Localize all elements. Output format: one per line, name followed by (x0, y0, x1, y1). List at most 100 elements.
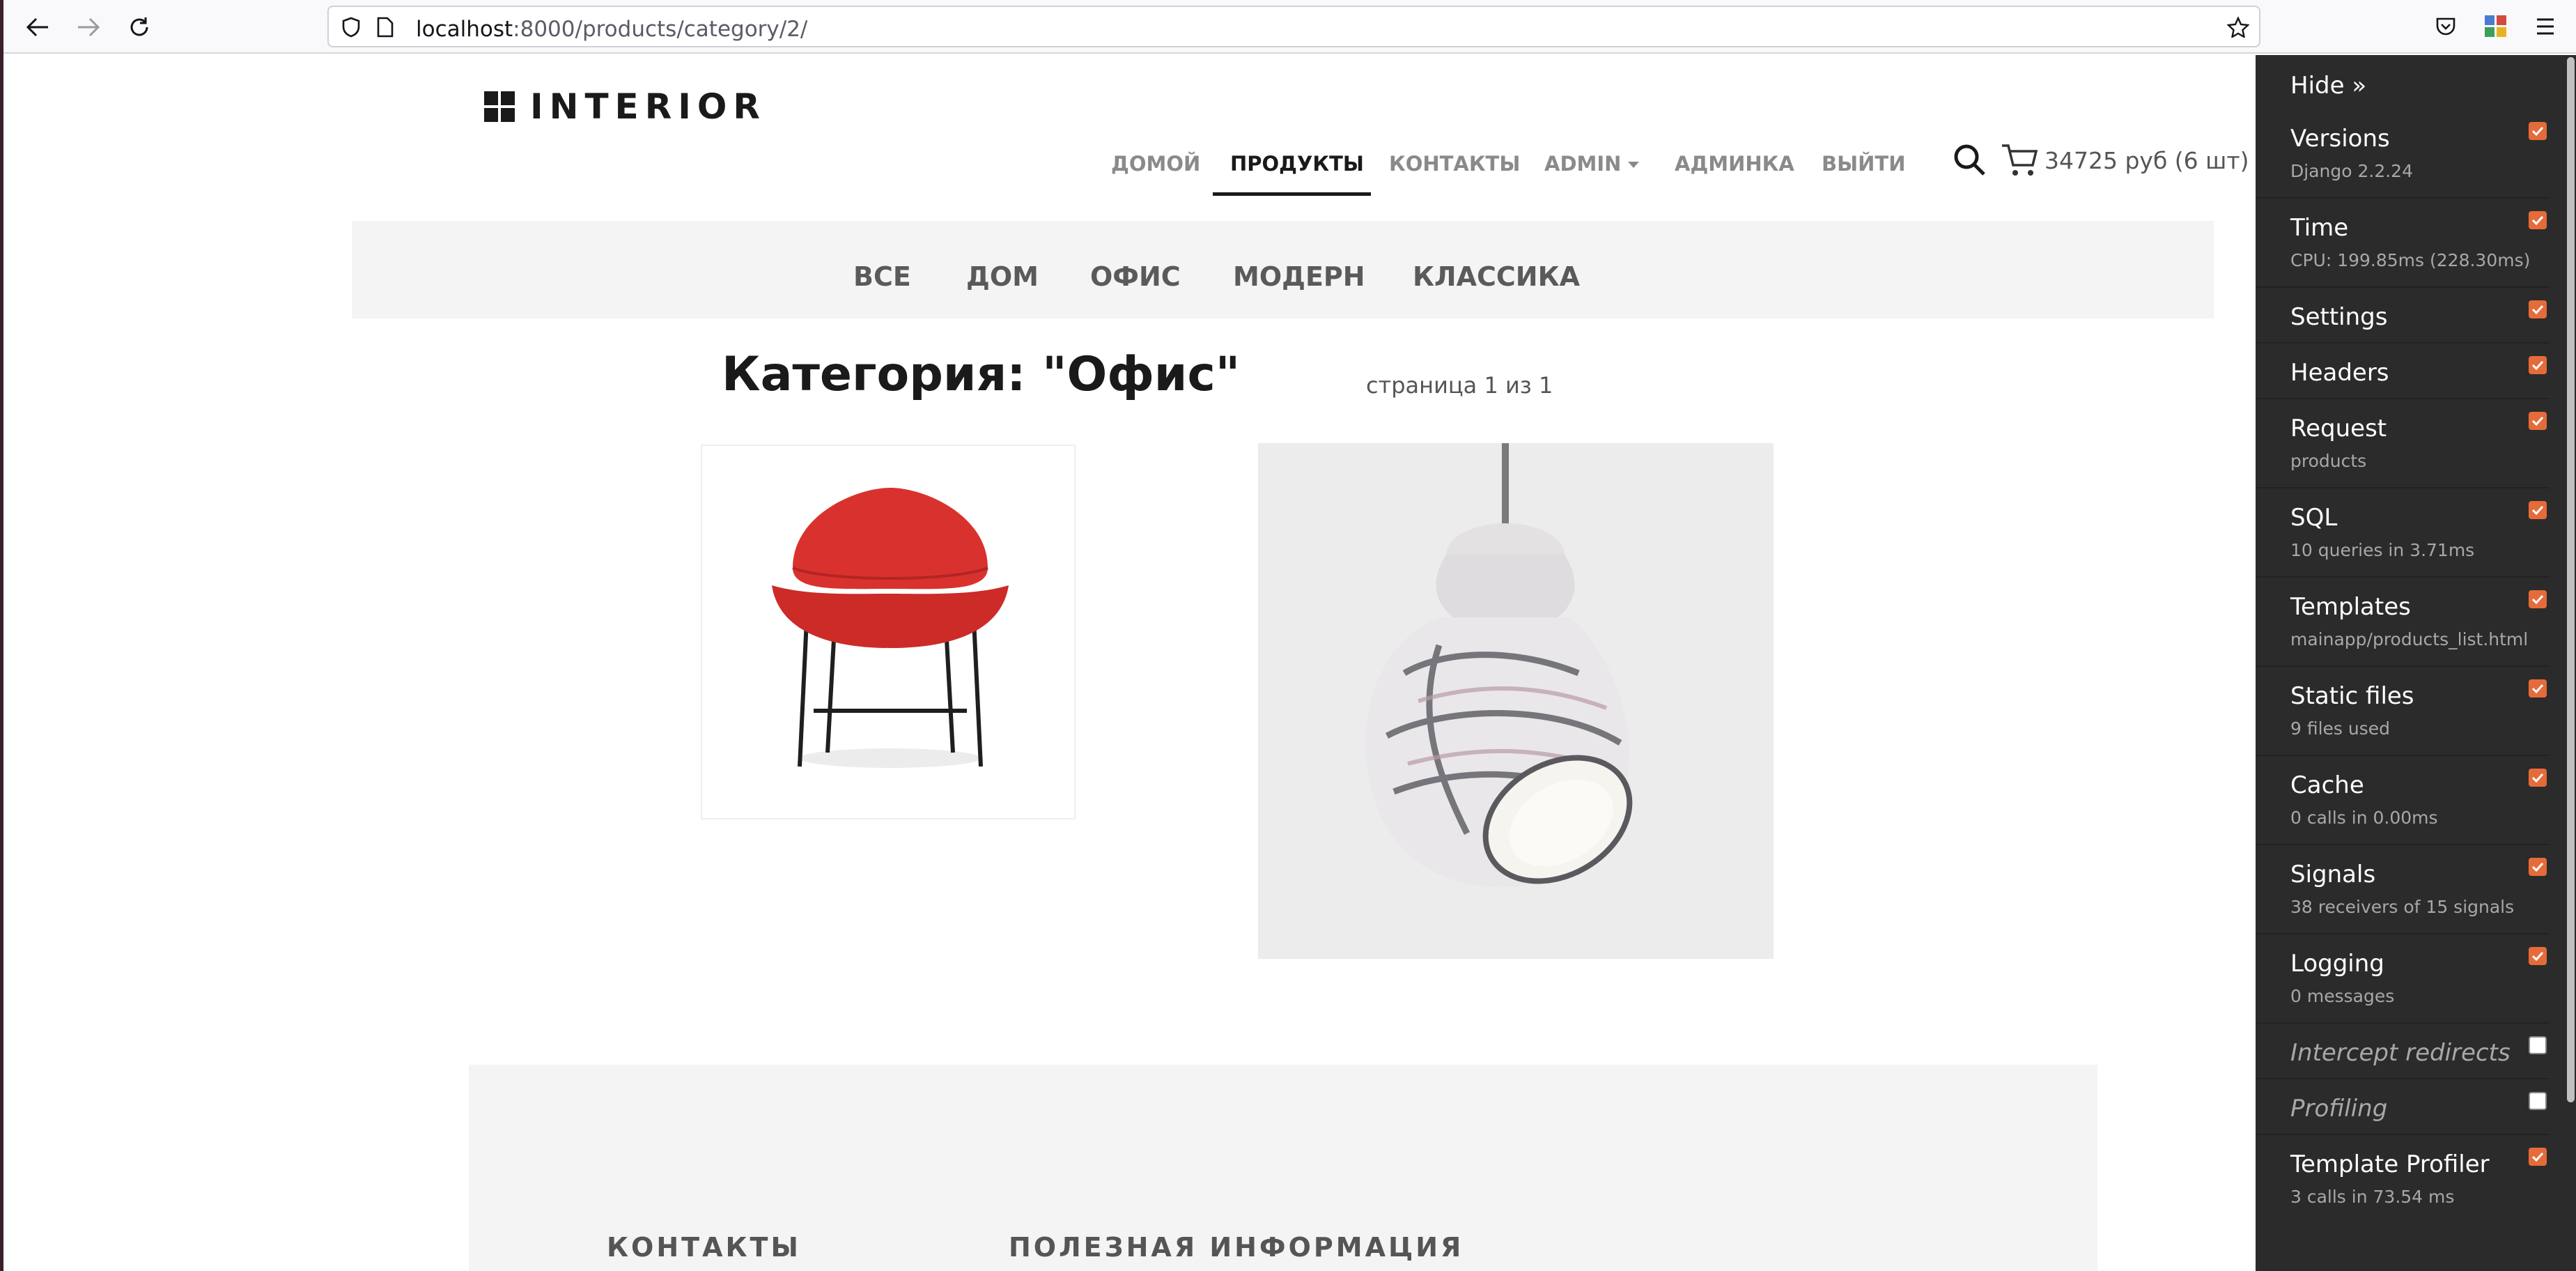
panel-headers[interactable]: Headers (2256, 344, 2550, 399)
forward-button[interactable] (70, 8, 107, 46)
panel-checkbox[interactable] (2529, 122, 2547, 140)
category-modern[interactable]: МОДЕРН (1233, 261, 1365, 292)
panel-checkbox[interactable] (2529, 1036, 2547, 1054)
page-icon (377, 17, 394, 38)
checkmark-icon (2531, 773, 2544, 783)
red-chair-image (772, 488, 1009, 768)
panel-checkbox[interactable] (2529, 947, 2547, 965)
panel-subtitle: 3 calls in 73.54 ms (2290, 1187, 2455, 1207)
panel-subtitle: Django 2.2.24 (2290, 161, 2413, 181)
panel-logging[interactable]: Logging 0 messages (2256, 934, 2550, 1024)
pagination-info: страница 1 из 1 (1366, 372, 1553, 399)
logo-text: INTERIOR (530, 86, 766, 127)
panel-cache[interactable]: Cache 0 calls in 0.00ms (2256, 756, 2550, 845)
footer-contacts-heading: КОНТАКТЫ (607, 1232, 801, 1263)
panel-checkbox[interactable] (2529, 356, 2547, 374)
back-arrow-icon (26, 17, 48, 37)
search-icon[interactable] (1953, 143, 1987, 178)
category-bar: ВСЕ ДОМ ОФИС МОДЕРН КЛАССИКА (352, 221, 2214, 318)
panel-checkbox[interactable] (2529, 412, 2547, 430)
cart-icon[interactable] (2001, 143, 2038, 178)
panel-sql[interactable]: SQL 10 queries in 3.71ms (2256, 488, 2550, 578)
category-office[interactable]: ОФИС (1090, 261, 1181, 292)
panel-checkbox[interactable] (2529, 679, 2547, 698)
panel-request[interactable]: Request products (2256, 399, 2550, 488)
checkmark-icon (2531, 594, 2544, 605)
panel-settings[interactable]: Settings (2256, 288, 2550, 344)
panel-subtitle: 9 files used (2290, 718, 2391, 739)
nav-products[interactable]: ПРОДУКТЫ (1230, 152, 1364, 176)
category-home[interactable]: ДОМ (966, 261, 1039, 292)
reload-icon (130, 17, 148, 36)
url-host: localhost (416, 17, 513, 42)
extension-icon[interactable] (2485, 15, 2507, 38)
pocket-icon[interactable] (2435, 15, 2457, 38)
panel-title: Template Profiler (2290, 1150, 2490, 1178)
product-card-chair[interactable] (701, 445, 1076, 819)
forward-arrow-icon (78, 17, 100, 37)
panel-checkbox[interactable] (2529, 1092, 2547, 1110)
checkmark-icon (2531, 360, 2544, 371)
panel-subtitle: 38 receivers of 15 signals (2290, 897, 2515, 917)
hide-toolbar-button[interactable]: Hide » (2290, 72, 2366, 100)
panel-checkbox[interactable] (2529, 501, 2547, 519)
product-card-lamp[interactable] (1258, 443, 1774, 959)
panel-subtitle: CPU: 199.85ms (228.30ms) (2290, 250, 2531, 270)
panel-title: Profiling (2290, 1095, 2388, 1123)
nav-active-underline (1213, 192, 1371, 196)
url-path: :8000/products/category/2/ (513, 17, 808, 42)
reload-button[interactable] (121, 8, 158, 46)
panel-time[interactable]: Time CPU: 199.85ms (228.30ms) (2256, 199, 2550, 288)
logo-mark-icon (484, 91, 515, 122)
back-button[interactable] (19, 8, 56, 46)
panel-template-profiler[interactable]: Template Profiler 3 calls in 73.54 ms (2256, 1135, 2550, 1224)
menu-icon[interactable] (2535, 17, 2556, 36)
page-title: Категория: "Офис" (722, 347, 1241, 402)
panel-title: Signals (2290, 861, 2376, 888)
panel-checkbox[interactable] (2529, 858, 2547, 876)
url-text: localhost:8000/products/category/2/ (416, 17, 807, 42)
panel-templates[interactable]: Templates mainapp/products_list.html (2256, 578, 2550, 667)
nav-home[interactable]: ДОМОЙ (1111, 152, 1200, 176)
checkmark-icon (2531, 684, 2544, 694)
panel-subtitle: mainapp/products_list.html (2290, 629, 2529, 649)
panel-title: Intercept redirects (2290, 1039, 2511, 1067)
debug-toolbar: Hide » Versions Django 2.2.24 Time CPU: … (2256, 55, 2576, 1271)
checkmark-icon (2531, 305, 2544, 315)
panel-checkbox[interactable] (2529, 300, 2547, 318)
checkmark-icon (2531, 126, 2544, 137)
panel-signals[interactable]: Signals 38 receivers of 15 signals (2256, 845, 2550, 934)
panel-checkbox[interactable] (2529, 769, 2547, 787)
site-logo[interactable]: INTERIOR (484, 86, 766, 127)
panel-static-files[interactable]: Static files 9 files used (2256, 667, 2550, 756)
cart-summary[interactable]: 34725 руб (6 шт) (2044, 147, 2249, 174)
debug-toolbar-scrollbar[interactable] (2567, 57, 2575, 1102)
panel-profiling[interactable]: Profiling (2256, 1079, 2550, 1135)
panel-checkbox[interactable] (2529, 590, 2547, 608)
panel-intercept-redirects[interactable]: Intercept redirects (2256, 1024, 2550, 1079)
nav-admin-panel[interactable]: АДМИНКА (1675, 152, 1794, 176)
nav-logout[interactable]: ВЫЙТИ (1822, 152, 1905, 176)
pendant-lamp-image (1258, 443, 1774, 959)
bookmark-star-icon (2227, 17, 2249, 38)
browser-toolbar: localhost:8000/products/category/2/ (3, 0, 2576, 54)
url-bar[interactable]: localhost:8000/products/category/2/ (327, 6, 2260, 47)
panel-checkbox[interactable] (2529, 1148, 2547, 1166)
category-all[interactable]: ВСЕ (853, 261, 911, 292)
panel-title: Templates (2290, 593, 2411, 621)
checkmark-icon (2531, 1152, 2544, 1162)
nav-admin-dropdown[interactable]: ADMIN (1544, 152, 1640, 176)
checkmark-icon (2531, 215, 2544, 226)
panel-checkbox[interactable] (2529, 211, 2547, 229)
category-classic[interactable]: КЛАССИКА (1413, 261, 1580, 292)
footer: КОНТАКТЫ ПОЛЕЗНАЯ ИНФОРМАЦИЯ (469, 1065, 2097, 1271)
panel-title: SQL (2290, 504, 2338, 532)
panel-title: Versions (2290, 125, 2390, 153)
panel-subtitle: products (2290, 451, 2367, 471)
panel-versions[interactable]: Versions Django 2.2.24 (2256, 109, 2550, 199)
panel-subtitle: 0 calls in 0.00ms (2290, 808, 2438, 828)
panel-title: Settings (2290, 303, 2388, 331)
nav-contacts[interactable]: КОНТАКТЫ (1389, 152, 1520, 176)
shield-icon (342, 17, 360, 38)
caret-down-icon (1628, 162, 1640, 168)
